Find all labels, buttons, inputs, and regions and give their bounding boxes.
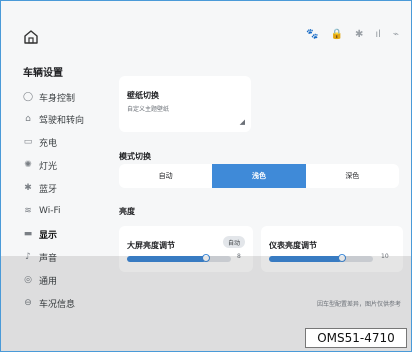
display-icon: ▬ bbox=[23, 229, 33, 239]
sidebar-item-label: 充电 bbox=[39, 138, 58, 149]
sidebar-item-label: 车身控制 bbox=[39, 93, 76, 104]
wifi-icon: ≋ bbox=[24, 206, 32, 216]
signal-icon: ıl bbox=[375, 29, 381, 40]
sidebar-item-label: 蓝牙 bbox=[39, 184, 58, 195]
auto-brightness-button[interactable]: 自动 bbox=[223, 236, 245, 248]
home-icon[interactable] bbox=[23, 29, 39, 45]
vehicle-settings-screen: 🐾 🔒 ✱ ıl ⌁ 车辆设置 ◯ 车身控制 ⌂ 驾驶和转向 ▭ 充电 ✺ 灯光… bbox=[0, 0, 412, 352]
wallpaper-card[interactable]: 壁纸切换 自定义主题壁纸 ◢ bbox=[119, 76, 251, 132]
sidebar-item-display[interactable]: ▬ 显示 bbox=[23, 225, 57, 243]
disclaimer-note: 因车型配置差异，图片仅供参考 bbox=[316, 301, 401, 308]
bluetooth-icon: ✱ bbox=[24, 183, 32, 193]
mode-segmented-control: 自动 浅色 深色 bbox=[119, 164, 399, 188]
document-code: OMS51-4710 bbox=[305, 328, 407, 348]
sidebar-item-label: 驾驶和转向 bbox=[39, 115, 85, 126]
lock-icon: 🔒 bbox=[330, 29, 344, 40]
car-body-icon: ◯ bbox=[23, 92, 34, 102]
cluster-brightness-title: 仪表亮度调节 bbox=[269, 241, 317, 250]
sidebar-item-body-control[interactable]: ◯ 车身控制 bbox=[23, 88, 75, 106]
sidebar-item-wifi[interactable]: ≋ Wi-Fi bbox=[23, 202, 60, 220]
status-bar: 🐾 🔒 ✱ ıl ⌁ bbox=[306, 29, 399, 40]
bluetooth-icon: ✱ bbox=[355, 29, 364, 40]
wallpaper-subtitle: 自定义主题壁纸 bbox=[127, 106, 170, 113]
mode-dark-option[interactable]: 深色 bbox=[306, 164, 399, 188]
sidebar-item-driving-steering[interactable]: ⌂ 驾驶和转向 bbox=[23, 110, 84, 128]
sidebar-title: 车辆设置 bbox=[23, 68, 63, 79]
top-bar: 🐾 🔒 ✱ ıl ⌁ bbox=[1, 1, 411, 56]
mode-label: 模式切换 bbox=[119, 152, 151, 161]
mode-light-option[interactable]: 浅色 bbox=[212, 164, 306, 188]
wallpaper-title: 壁纸切换 bbox=[127, 91, 159, 100]
charge-icon: ▭ bbox=[23, 137, 33, 147]
paw-icon: 🐾 bbox=[306, 29, 319, 40]
sidebar-item-lights[interactable]: ✺ 灯光 bbox=[23, 156, 57, 174]
steering-icon: ⌂ bbox=[25, 114, 31, 124]
sidebar-item-label: Wi-Fi bbox=[39, 206, 61, 216]
brightness-label: 亮度 bbox=[119, 207, 135, 216]
wifi-icon: ⌁ bbox=[392, 29, 399, 40]
sidebar-item-bluetooth[interactable]: ✱ 蓝牙 bbox=[23, 179, 57, 197]
mode-auto-option[interactable]: 自动 bbox=[119, 164, 212, 188]
light-icon: ✺ bbox=[24, 160, 32, 170]
sidebar-item-label: 灯光 bbox=[39, 161, 58, 172]
sidebar-item-charging[interactable]: ▭ 充电 bbox=[23, 133, 57, 151]
screen-brightness-title: 大屏亮度调节 bbox=[127, 241, 175, 250]
sidebar-item-label: 显示 bbox=[39, 230, 58, 241]
resize-icon: ◢ bbox=[239, 118, 245, 126]
